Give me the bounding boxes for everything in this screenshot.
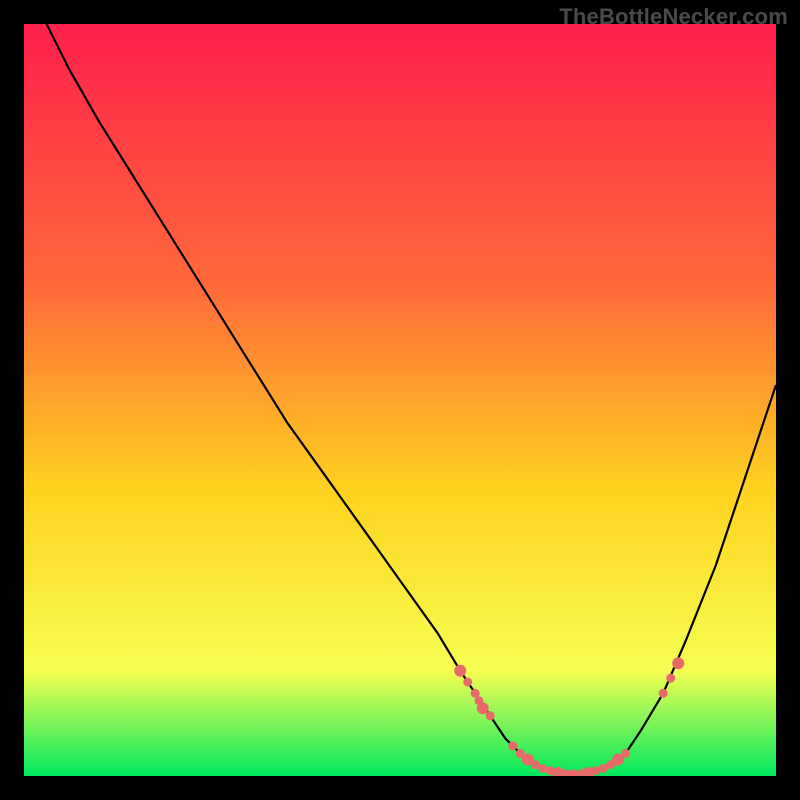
curve-marker xyxy=(659,689,668,698)
watermark-text: TheBottleNecker.com xyxy=(559,4,788,30)
curve-marker xyxy=(666,674,675,683)
curve-marker xyxy=(621,749,630,758)
curve-marker xyxy=(477,702,489,714)
curve-marker xyxy=(672,657,684,669)
chart-frame xyxy=(24,24,776,776)
bottleneck-chart xyxy=(24,24,776,776)
curve-marker xyxy=(508,741,517,750)
gradient-background xyxy=(24,24,776,776)
curve-marker xyxy=(486,711,495,720)
curve-marker xyxy=(454,665,466,677)
curve-marker xyxy=(463,678,472,687)
